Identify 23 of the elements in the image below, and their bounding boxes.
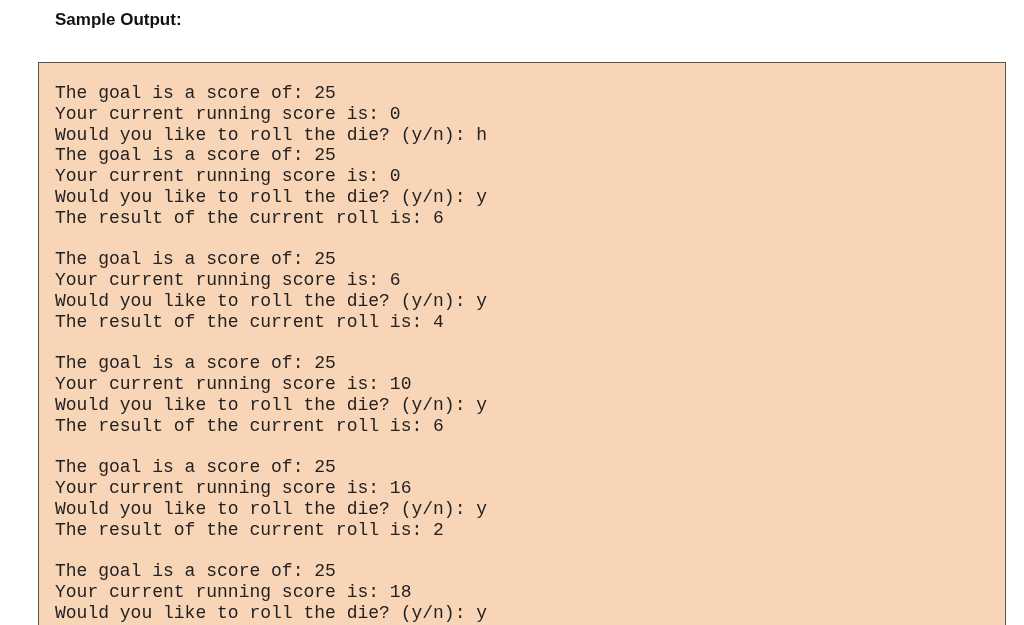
output-line: Your current running score is: 18 xyxy=(55,582,412,603)
output-line: The goal is a score of: 25 xyxy=(55,457,336,479)
output-line: The result of the current roll is: 6 xyxy=(55,207,444,229)
output-line: The result of the current roll is: 4 xyxy=(55,311,444,333)
output-line: Would you like to roll the die? (y/n): y xyxy=(55,290,488,312)
output-line: Would you like to roll the die? (y/n): y xyxy=(55,187,488,208)
output-line: The result of the current roll is: 6 xyxy=(55,415,444,437)
output-line: Would you like to roll the die? (y/n): y xyxy=(55,394,488,416)
output-line: Your current running score is: 10 xyxy=(55,374,412,395)
output-line: Would you like to roll the die? (y/n): y xyxy=(55,498,488,520)
output-line: The goal is a score of: 25 xyxy=(55,83,336,104)
output-line: The goal is a score of: 25 xyxy=(55,249,336,271)
output-line: Your current running score is: 6 xyxy=(55,270,401,291)
section-heading: Sample Output: xyxy=(55,9,183,31)
output-line: The result of the current roll is: 2 xyxy=(55,519,444,541)
output-line: Would you like to roll the die? (y/n): h xyxy=(55,124,488,146)
output-line: Your current running score is: 0 xyxy=(55,166,401,187)
output-line: The goal is a score of: 25 xyxy=(55,145,336,167)
output-line: The goal is a score of: 25 xyxy=(55,353,336,375)
output-line: The goal is a score of: 25 xyxy=(55,561,336,583)
output-line: Your current running score is: 0 xyxy=(55,103,401,125)
output-line: Would you like to roll the die? (y/n): y xyxy=(55,602,488,624)
output-line: Your current running score is: 16 xyxy=(55,478,412,499)
